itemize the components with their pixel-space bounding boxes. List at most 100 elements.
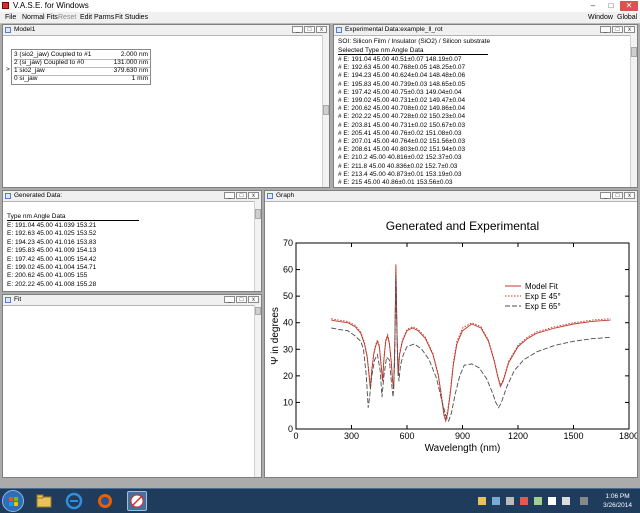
generated-scrollbar[interactable]	[254, 201, 261, 291]
model-window-titlebar[interactable]: Model1 _ □ x	[3, 25, 329, 36]
fit-scrollbar[interactable]	[254, 305, 261, 477]
app-icon	[2, 2, 9, 9]
exp-data-row[interactable]: # E: 191.04 45.00 40.51±0.07 148.19±0.07	[338, 56, 462, 63]
exp-data-row[interactable]: # E: 194.23 45.00 40.624±0.04 148.48±0.0…	[338, 72, 465, 79]
generated-data-row[interactable]: E: 194.23 45.00 41.016 153.83	[7, 239, 96, 246]
menu-bar: File Normal Fits Reset Edit Parms Fit St…	[0, 12, 640, 24]
x-tick-label: 1500	[563, 431, 583, 441]
volume-icon[interactable]	[562, 497, 570, 505]
network-icon[interactable]	[548, 497, 556, 505]
close-icon[interactable]: x	[248, 192, 259, 199]
menu-window[interactable]: Window	[588, 13, 613, 22]
menu-file[interactable]: File	[5, 13, 16, 22]
exp-data-row[interactable]: # E: 192.63 45.00 40.768±0.05 148.25±0.0…	[338, 64, 465, 71]
menu-edit-parms[interactable]: Edit Parms	[80, 13, 114, 22]
legend-label-3: Exp E 65°	[525, 302, 561, 311]
y-tick-label: 10	[283, 397, 293, 407]
layer-thickness: 1 mm	[131, 75, 148, 82]
close-icon[interactable]: ✕	[620, 1, 638, 11]
generated-data-row[interactable]: E: 200.62 45.00 41.005 155	[7, 272, 87, 279]
maximize-icon[interactable]: □	[304, 26, 315, 33]
taskbar: 1:06 PM 3/26/2014	[0, 488, 640, 513]
generated-window-titlebar[interactable]: Generated Data: _ □ x	[3, 191, 261, 202]
close-icon[interactable]: x	[624, 192, 635, 199]
maximize-icon[interactable]: □	[236, 296, 247, 303]
minimize-icon[interactable]: _	[224, 296, 235, 303]
exp-data-row[interactable]: # E: 207.01 45.00 40.764±0.02 151.56±0.0…	[338, 138, 465, 145]
tray-icon[interactable]	[580, 497, 588, 505]
tray-icon[interactable]	[492, 497, 500, 505]
y-tick-label: 40	[283, 318, 293, 328]
firefox-icon[interactable]	[95, 491, 115, 511]
graph-window-titlebar[interactable]: Graph _ □ x	[265, 191, 637, 202]
exp-data-row[interactable]: # E: 205.41 45.00 40.76±0.02 151.08±0.03	[338, 130, 462, 137]
x-tick-label: 300	[344, 431, 359, 441]
menu-normal-fits[interactable]: Normal Fits	[22, 13, 58, 22]
menu-reset[interactable]: Reset	[58, 13, 76, 22]
minimize-icon[interactable]: _	[600, 192, 611, 199]
maximize-icon[interactable]: □	[612, 26, 623, 33]
tray-icon[interactable]	[520, 497, 528, 505]
maximize-icon[interactable]: □	[612, 192, 623, 199]
legend-label-1: Model Fit	[525, 282, 559, 291]
layer-name: 2 (si_jaw) Coupled to #0	[14, 59, 85, 66]
layer-row-0[interactable]: 0 si_jaw 1 mm	[14, 75, 150, 83]
generated-data-row[interactable]: E: 191.04 45.00 41.039 153.21	[7, 222, 96, 229]
x-axis-label: Wavelength (nm)	[425, 443, 501, 454]
file-explorer-icon[interactable]	[34, 491, 54, 511]
layer-thickness: 131.000 nm	[113, 59, 148, 66]
notification-icon[interactable]	[478, 497, 486, 505]
exp-data-row[interactable]: # E: 202.22 45.00 40.728±0.02 150.23±0.0…	[338, 113, 465, 120]
exp-data-row[interactable]: # E: 200.62 45.00 40.708±0.02 149.86±0.0…	[338, 105, 465, 112]
tray-icon[interactable]	[506, 497, 514, 505]
maximize-icon[interactable]: □	[602, 1, 620, 11]
layer-name: 0 si_jaw	[14, 75, 38, 82]
generated-data-row[interactable]: E: 202.22 45.00 41.008 155.28	[7, 281, 96, 288]
menu-global[interactable]: Global	[617, 13, 637, 22]
start-button[interactable]	[2, 490, 24, 512]
exp-table-header: Selected Type nm Angle Data	[338, 47, 488, 55]
exp-data-row[interactable]: # E: 203.81 45.00 40.731±0.02 150.67±0.0…	[338, 122, 465, 129]
experimental-window-titlebar[interactable]: Experimental Data:example_ll_rot _ □ x	[334, 25, 637, 36]
internet-explorer-icon[interactable]	[64, 491, 84, 511]
exp-data-row[interactable]: # E: 213.4 45.00 40.873±0.01 153.19±0.03	[338, 171, 462, 178]
minimize-icon[interactable]: –	[584, 1, 602, 11]
tray-icon[interactable]	[534, 497, 542, 505]
exp-data-row[interactable]: # E: 215 45.00 40.86±0.01 153.56±0.03	[338, 179, 452, 186]
vase-app-taskbar-icon[interactable]	[127, 491, 147, 511]
exp-data-row[interactable]: # E: 199.02 45.00 40.731±0.02 149.47±0.0…	[338, 97, 465, 104]
exp-data-row[interactable]: # E: 195.83 45.00 40.739±0.03 148.65±0.0…	[338, 81, 465, 88]
sample-description: SOI: Silicon Film / Insulator (SiO2) / S…	[338, 38, 491, 45]
minimize-icon[interactable]: _	[292, 26, 303, 33]
model-scrollbar[interactable]	[322, 35, 329, 187]
exp-data-row[interactable]: # E: 197.42 45.00 40.75±0.03 149.04±0.04	[338, 89, 462, 96]
exp-data-row[interactable]: # E: 211.8 45.00 40.836±0.02 152.7±0.03	[338, 163, 457, 170]
minimize-icon[interactable]: _	[600, 26, 611, 33]
close-icon[interactable]: x	[248, 296, 259, 303]
close-icon[interactable]: x	[316, 26, 327, 33]
window-icon	[5, 27, 11, 33]
windows-logo-icon	[9, 497, 18, 506]
minimize-icon[interactable]: _	[224, 192, 235, 199]
generated-data-row[interactable]: E: 195.83 45.00 41.009 154.13	[7, 247, 96, 254]
graph-window: Graph _ □ x Generated and Experimental 0 300…	[264, 190, 638, 478]
graph-window-title: Graph	[276, 192, 295, 199]
generated-data-row[interactable]: E: 197.42 45.00 41.005 154.42	[7, 256, 96, 263]
x-tick-label: 1800	[619, 431, 637, 441]
fit-window-titlebar[interactable]: Fit _ □ x	[3, 295, 261, 306]
exp-data-row[interactable]: # E: 208.61 45.00 40.803±0.02 151.94±0.0…	[338, 146, 465, 153]
layer-name: 1 sio2_jaw	[14, 67, 45, 74]
generated-data-row[interactable]: E: 192.63 45.00 41.025 153.52	[7, 230, 96, 237]
clock[interactable]: 1:06 PM 3/26/2014	[603, 492, 632, 510]
maximize-icon[interactable]: □	[236, 192, 247, 199]
experimental-scrollbar[interactable]	[630, 35, 637, 187]
menu-fit-studies[interactable]: Fit Studies	[115, 13, 148, 22]
model-window-title: Model1	[14, 26, 36, 33]
y-tick-label: 20	[283, 371, 293, 381]
generated-data-window: Generated Data: _ □ x Type nm Angle Data E…	[2, 190, 262, 292]
generated-data-row[interactable]: E: 199.02 45.00 41.004 154.71	[7, 264, 96, 271]
close-icon[interactable]: x	[624, 26, 635, 33]
current-layer-marker: >	[6, 66, 10, 73]
exp-data-row[interactable]: # E: 210.2 45.00 40.816±0.02 152.37±0.03	[338, 154, 462, 161]
series-line-3	[331, 274, 611, 423]
